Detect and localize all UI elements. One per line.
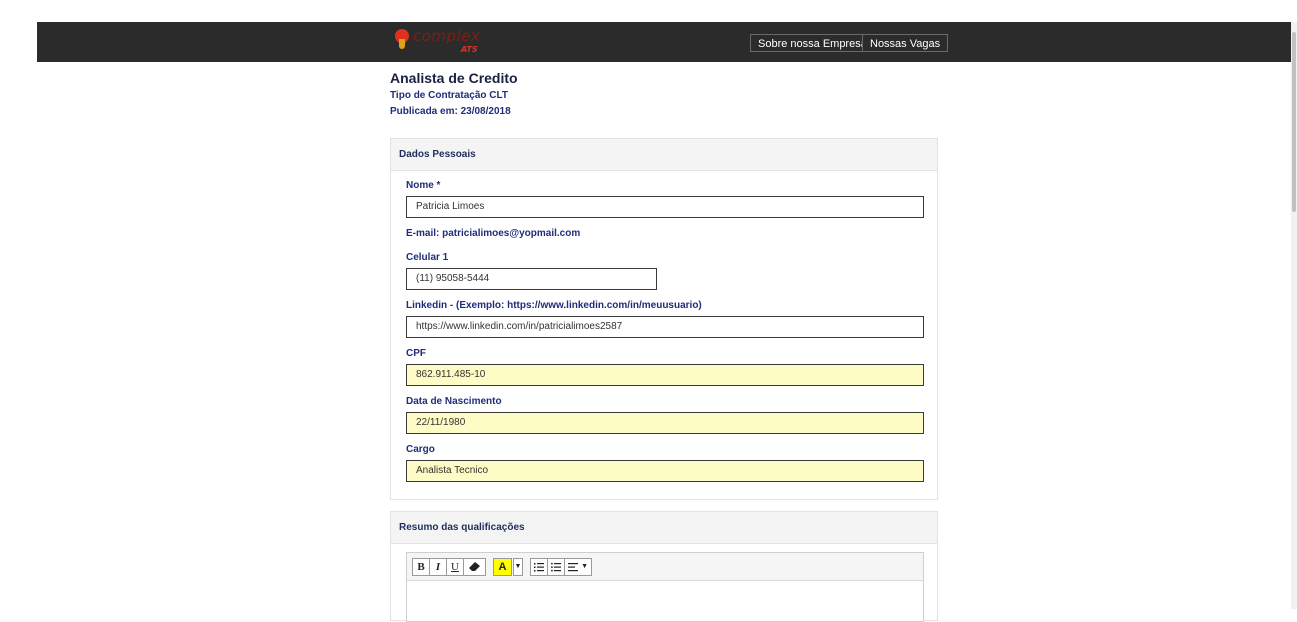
- rich-text-editor[interactable]: B I U A ▼ ▼: [406, 552, 924, 622]
- italic-button[interactable]: I: [429, 558, 447, 576]
- ordered-list-button[interactable]: [530, 558, 548, 576]
- logo-text: complex: [413, 27, 481, 45]
- role-label: Cargo: [406, 444, 435, 455]
- editor-toolbar: B I U A ▼ ▼: [407, 553, 923, 581]
- linkedin-field[interactable]: https://www.linkedin.com/in/patricialimo…: [406, 316, 924, 338]
- unordered-list-icon: [551, 562, 561, 572]
- birth-date-label: Data de Nascimento: [406, 396, 502, 407]
- underline-button[interactable]: U: [446, 558, 464, 576]
- logo-subtext: ATS: [461, 45, 478, 54]
- name-field[interactable]: Patricia Limoes: [406, 196, 924, 218]
- page-scrollbar[interactable]: [1291, 22, 1297, 609]
- qualifications-title: Resumo das qualificações: [391, 512, 937, 544]
- job-contract-type: Tipo de Contratação CLT: [390, 90, 508, 101]
- qualifications-panel: Resumo das qualificações B I U A ▼ ▼: [390, 511, 938, 622]
- align-dropdown-button[interactable]: ▼: [564, 558, 592, 576]
- job-title: Analista de Credito: [390, 70, 518, 86]
- highlight-color-button[interactable]: A: [493, 558, 512, 576]
- name-label: Nome *: [406, 180, 441, 191]
- personal-data-title: Dados Pessoais: [391, 139, 937, 171]
- eraser-icon: [468, 562, 480, 571]
- cpf-field[interactable]: 862.911.485-10: [406, 364, 924, 386]
- personal-data-panel: Dados Pessoais Nome * Patricia Limoes E-…: [390, 138, 938, 500]
- caret-down-icon: ▼: [581, 563, 588, 570]
- phone-field[interactable]: (11) 95058-5444: [406, 268, 657, 290]
- top-navbar: complex ATS Sobre nossa Empresa Nossas V…: [37, 22, 1297, 62]
- caret-down-icon: ▼: [514, 563, 522, 570]
- bold-button[interactable]: B: [412, 558, 430, 576]
- align-left-icon: [568, 563, 578, 572]
- cpf-label: CPF: [406, 348, 426, 359]
- company-logo[interactable]: complex ATS: [392, 25, 495, 57]
- eraser-button[interactable]: [463, 558, 486, 576]
- role-field[interactable]: Analista Tecnico: [406, 460, 924, 482]
- highlight-dropdown-button[interactable]: ▼: [513, 558, 523, 576]
- birth-date-field[interactable]: 22/11/1980: [406, 412, 924, 434]
- email-label: E-mail: patricialimoes@yopmail.com: [406, 228, 581, 239]
- logo-pin-base-icon: [399, 39, 405, 49]
- nav-about-button[interactable]: Sobre nossa Empresa: [750, 34, 875, 52]
- ordered-list-icon: [534, 563, 544, 572]
- scrollbar-thumb[interactable]: [1292, 32, 1296, 212]
- unordered-list-button[interactable]: [547, 558, 565, 576]
- nav-jobs-button[interactable]: Nossas Vagas: [862, 34, 949, 52]
- phone-label: Celular 1: [406, 252, 449, 263]
- job-published-date: Publicada em: 23/08/2018: [390, 106, 511, 117]
- linkedin-label: Linkedin - (Exemplo: https://www.linkedi…: [406, 300, 702, 311]
